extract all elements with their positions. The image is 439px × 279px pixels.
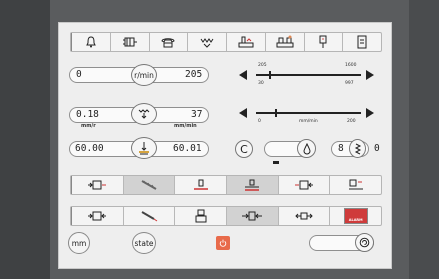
speed-max-label: 1600	[345, 63, 357, 68]
clamp-forward-icon[interactable]	[71, 176, 123, 194]
units-label: mm	[71, 238, 87, 248]
hmi-screen: 0 r/min 205 205 1600 30 997 0.18 mm/r 37…	[58, 22, 392, 269]
drill-angle-icon[interactable]	[122, 207, 175, 225]
document-icon[interactable]	[342, 33, 381, 51]
feed-left-unit: mm/r	[81, 123, 96, 129]
feed-left-value: 0.18	[76, 109, 99, 120]
speed-unit-button[interactable]: r/min	[131, 64, 157, 86]
feed-decrease-arrow[interactable]	[239, 108, 247, 118]
speed-slider-thumb[interactable]	[268, 71, 271, 79]
clutch-label: C	[240, 142, 248, 156]
piston-icon[interactable]	[174, 207, 226, 225]
counter-value: 8	[338, 143, 344, 154]
units-button[interactable]: mm	[68, 232, 90, 254]
speed-unit-label: r/min	[134, 70, 154, 80]
table-level-icon[interactable]	[174, 176, 226, 194]
feed-start-label: 0	[258, 119, 261, 124]
bezel-left-edge	[0, 0, 50, 279]
alarm-label: ALARM	[348, 218, 363, 222]
counter-end-value: 0	[374, 143, 380, 154]
feed-mode-button[interactable]	[131, 103, 157, 125]
coolant-indicator	[273, 161, 279, 164]
clamp-hold-icon[interactable]	[71, 207, 123, 225]
drill-feed-icon[interactable]	[122, 176, 175, 194]
feed-arrow-icon	[138, 109, 150, 119]
feed-end-label: 200	[347, 119, 356, 124]
double-arrow-icon[interactable]	[277, 207, 330, 225]
power-icon	[219, 239, 227, 247]
speed-decrease-arrow[interactable]	[239, 70, 247, 80]
speed-current-label: 30	[258, 81, 264, 86]
depth-mode-button[interactable]	[131, 137, 157, 159]
usb-key-icon[interactable]	[303, 33, 343, 51]
feed-right-unit: mm/min	[174, 123, 197, 129]
feed-slider-track[interactable]	[256, 112, 361, 114]
cycle-button[interactable]	[355, 233, 374, 252]
alarm-indicator: ALARM	[343, 208, 368, 224]
top-toolbar	[70, 32, 382, 52]
table-raise-icon[interactable]	[226, 176, 278, 194]
depth-left-value: 60.00	[75, 143, 104, 154]
alarm-bell-icon[interactable]	[71, 33, 110, 51]
speed-left-value: 0	[76, 69, 82, 80]
feed-slider-thumb[interactable]	[274, 109, 277, 117]
state-button[interactable]: state	[132, 232, 156, 254]
feed-right-value: 37	[191, 109, 203, 120]
heater-coil-icon[interactable]	[187, 33, 226, 51]
speed-increase-arrow[interactable]	[366, 70, 374, 80]
feed-unit-label: mm/min	[299, 119, 318, 124]
machine-overview-icon[interactable]	[264, 33, 304, 51]
spindle-setup-icon[interactable]	[329, 176, 381, 194]
function-row-2: ALARM	[70, 206, 382, 226]
emergency-stop-icon[interactable]: ALARM	[329, 207, 381, 225]
speed-slider-track[interactable]	[256, 74, 361, 76]
feed-increase-arrow[interactable]	[366, 108, 374, 118]
clamp-reverse-icon[interactable]	[277, 176, 330, 194]
centering-icon[interactable]	[226, 207, 278, 225]
depth-right-value: 60.01	[173, 143, 202, 154]
coolant-button[interactable]	[297, 139, 316, 158]
cycle-icon	[359, 237, 370, 248]
bezel-right-edge	[409, 0, 439, 279]
power-button[interactable]	[216, 236, 230, 250]
machine-setup-icon[interactable]	[226, 33, 265, 51]
clutch-button[interactable]: C	[235, 140, 253, 158]
drill-depth-icon	[139, 142, 149, 155]
state-label: state	[134, 238, 154, 248]
speed-right-value: 205	[185, 69, 203, 80]
phone-icon[interactable]	[148, 33, 188, 51]
motor-icon[interactable]	[109, 33, 149, 51]
speed-end-label: 997	[345, 81, 354, 86]
counter-button[interactable]	[349, 139, 366, 158]
function-row-1	[70, 175, 382, 195]
speed-min-label: 205	[258, 63, 267, 68]
spring-icon	[354, 143, 361, 154]
coolant-drop-icon	[302, 142, 311, 154]
